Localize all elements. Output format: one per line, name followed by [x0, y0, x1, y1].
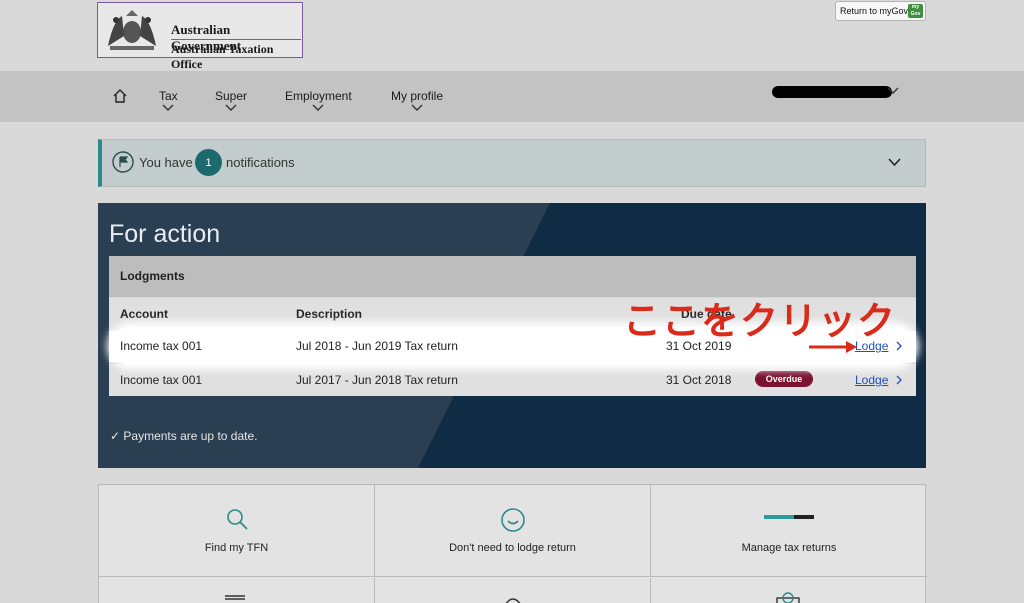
nav-super-label: Super: [215, 89, 248, 103]
tile-manage-tax-returns[interactable]: Manage tax returns: [651, 485, 927, 577]
nav-my-profile-label: My profile: [391, 89, 444, 103]
notifications-suffix: notifications: [226, 155, 295, 170]
logo-ato-text: Australian Taxation Office: [171, 42, 274, 71]
overdue-badge: Overdue: [755, 371, 813, 387]
tile-row-2-2[interactable]: [375, 578, 651, 603]
chevron-down-icon[interactable]: [888, 158, 901, 167]
document-stack-icon: [225, 595, 245, 600]
smiley-icon: [500, 508, 525, 532]
nav-tax[interactable]: Tax: [159, 89, 178, 112]
due-date-cell: 31 Oct 2018: [666, 373, 732, 387]
coat-of-arms-icon: [108, 10, 156, 50]
return-to-mygov-button[interactable]: Return to myGov my Gov: [835, 1, 926, 21]
tile-label: Don't need to lodge return: [449, 542, 576, 554]
chevron-down-icon[interactable]: [887, 87, 899, 95]
chevron-right-icon: [896, 375, 902, 385]
account-cell: Income tax 001: [120, 339, 203, 353]
mygov-badge-icon: my Gov: [908, 4, 923, 18]
column-header-description: Description: [296, 307, 363, 321]
check-icon: ✓: [110, 429, 124, 443]
payments-status: ✓ Payments are up to date.: [110, 429, 257, 443]
return-to-mygov-label: Return to myGov: [840, 6, 909, 16]
click-here-annotation: ここをクリック: [623, 301, 897, 343]
for-action-title: For action: [109, 220, 221, 248]
lodge-link[interactable]: Lodge: [855, 373, 888, 387]
redacted-account-name[interactable]: [772, 86, 892, 98]
arrow-right-icon: [809, 341, 857, 353]
nav-super[interactable]: Super: [215, 89, 247, 112]
lodgments-title: Lodgments: [120, 269, 185, 283]
nav-employment[interactable]: Employment: [285, 89, 352, 112]
description-cell: Jul 2018 - Jun 2019 Tax return: [296, 339, 458, 353]
payments-status-text: Payments are up to date.: [123, 429, 258, 443]
logo-divider: [171, 39, 301, 40]
tile-find-my-tfn[interactable]: Find my TFN: [99, 485, 375, 577]
nav-tax-label: Tax: [159, 89, 178, 103]
ato-logo[interactable]: Australian Government Australian Taxatio…: [97, 2, 303, 71]
chevron-down-icon: [225, 104, 237, 111]
tile-label: Find my TFN: [204, 542, 269, 554]
quick-links-grid: Find my TFN Don't need to lodge return M…: [98, 484, 927, 603]
home-icon[interactable]: [112, 88, 128, 104]
tile-label: Manage tax returns: [741, 542, 837, 554]
progress-bar-icon: [764, 515, 814, 519]
description-cell: Jul 2017 - Jun 2018 Tax return: [296, 373, 458, 387]
account-cell: Income tax 001: [120, 373, 203, 387]
chevron-down-icon: [312, 104, 324, 111]
chevron-down-icon: [162, 104, 174, 111]
chevron-down-icon: [411, 104, 423, 111]
tile-row-2-1[interactable]: [99, 578, 375, 603]
chevron-right-icon: [896, 341, 902, 351]
notification-count-badge: 1: [195, 149, 222, 176]
tile-row-2-3[interactable]: [651, 578, 927, 603]
nav-my-profile[interactable]: My profile: [391, 89, 443, 112]
nav-employment-label: Employment: [285, 89, 352, 103]
column-header-account: Account: [120, 307, 168, 321]
refresh-icon: [776, 592, 800, 603]
tile-dont-need-to-lodge[interactable]: Don't need to lodge return: [375, 485, 651, 577]
notifications-bar[interactable]: You have 1 notifications: [98, 139, 926, 187]
flag-icon: [112, 151, 134, 173]
search-icon: [226, 509, 248, 530]
notifications-prefix: You have: [139, 155, 193, 170]
table-row: Income tax 001 Jul 2017 - Jun 2018 Tax r…: [109, 363, 916, 394]
circle-icon: [505, 598, 521, 603]
